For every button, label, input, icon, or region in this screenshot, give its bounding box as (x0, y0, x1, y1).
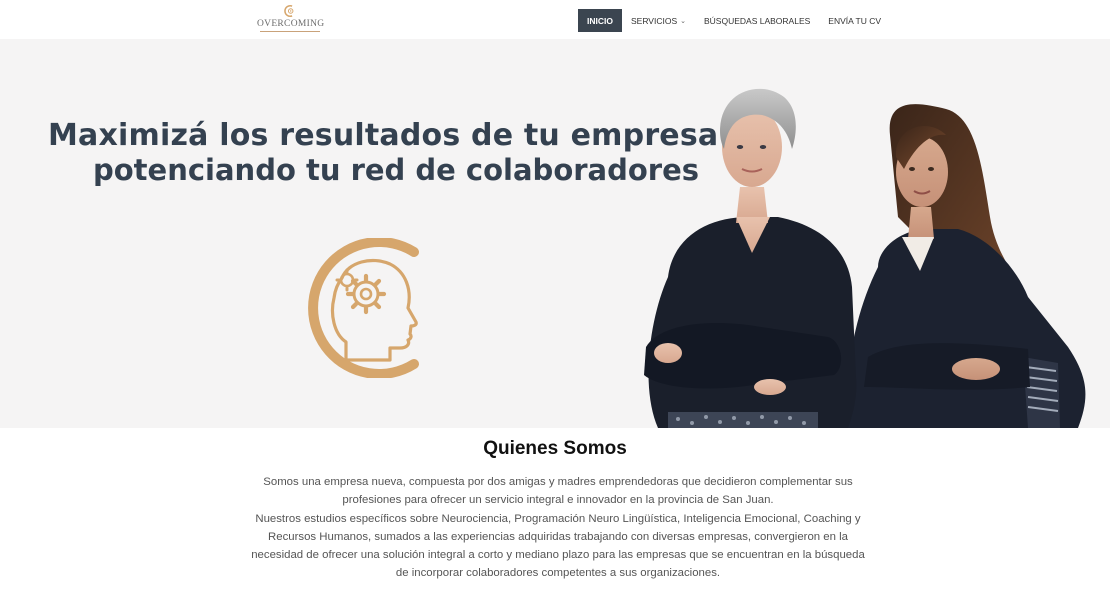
about-paragraph-1: Somos una empresa nueva, compuesta por d… (263, 476, 853, 507)
hero-banner: Maximizá los resultados de tu empresa po… (0, 39, 1110, 428)
nav-item-busquedas-laborales[interactable]: BÚSQUEDAS LABORALES (695, 9, 819, 32)
hero-title: Maximizá los resultados de tu empresa (48, 118, 719, 153)
chevron-down-icon: ⌄ (680, 17, 686, 25)
site-header: OVERCOMING INICIO SERVICIOS ⌄ BÚSQUEDAS … (0, 0, 1110, 39)
nav-item-label: SERVICIOS (630, 15, 678, 26)
about-section: Quienes Somos Somos una empresa nueva, c… (0, 428, 1110, 591)
logo-mark-icon (284, 4, 294, 18)
site-logo[interactable]: OVERCOMING (257, 4, 325, 34)
nav-item-label: INICIO (587, 15, 613, 26)
nav-item-label: BÚSQUEDAS LABORALES (704, 15, 811, 26)
logo-text: OVERCOMING (257, 19, 325, 29)
head-gear-icon (308, 238, 419, 378)
nav-item-servicios[interactable]: SERVICIOS ⌄ (622, 9, 695, 32)
nav-item-envia-tu-cv[interactable]: ENVÍA TU CV (819, 9, 890, 32)
about-title: Quienes Somos (483, 438, 627, 459)
about-body: Somos una empresa nueva, compuesta por d… (250, 473, 866, 583)
nav-item-inicio[interactable]: INICIO (578, 9, 622, 32)
hero-photo-two-women (644, 88, 1086, 428)
logo-underline (260, 31, 320, 32)
nav-item-label: ENVÍA TU CV (828, 15, 882, 26)
about-paragraph-2: Nuestros estudios específicos sobre Neur… (251, 512, 865, 580)
hero-subtitle: potenciando tu red de colaboradores (93, 153, 700, 187)
main-nav: INICIO SERVICIOS ⌄ BÚSQUEDAS LABORALES E… (578, 9, 890, 32)
